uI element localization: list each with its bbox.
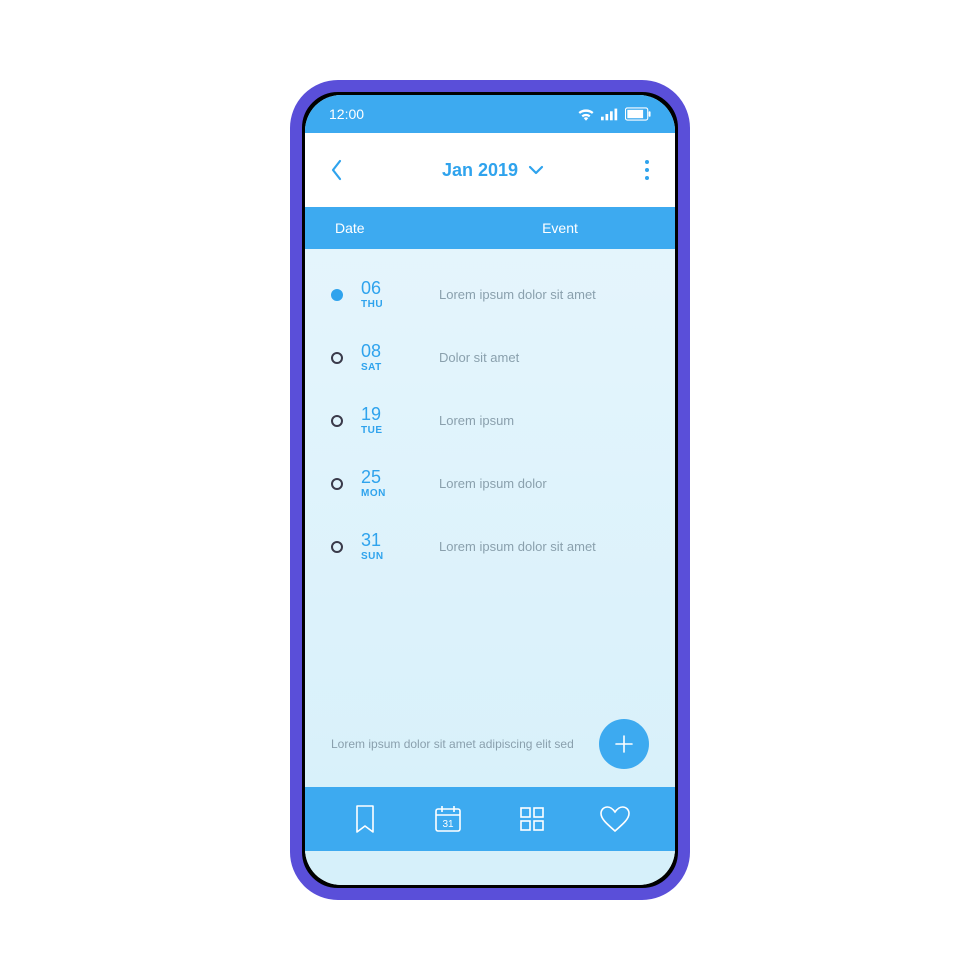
- event-date: 19 TUE: [361, 405, 421, 436]
- event-date: 06 THU: [361, 279, 421, 310]
- footer-area: Lorem ipsum dolor sit amet adipiscing el…: [305, 711, 675, 787]
- event-title: Lorem ipsum dolor sit amet: [439, 287, 651, 302]
- event-day-number: 25: [361, 468, 421, 486]
- event-marker-active: [331, 289, 343, 301]
- status-time: 12:00: [329, 106, 364, 122]
- event-row[interactable]: 31 SUN Lorem ipsum dolor sit amet: [305, 515, 675, 578]
- event-marker: [331, 541, 343, 553]
- more-menu-button[interactable]: [641, 156, 653, 184]
- status-icons: [577, 107, 651, 121]
- battery-icon: [625, 107, 651, 121]
- back-button[interactable]: [327, 156, 345, 184]
- screen: 12:00 Jan 2019: [305, 95, 675, 885]
- nav-favorites[interactable]: [597, 801, 633, 837]
- event-date: 08 SAT: [361, 342, 421, 373]
- status-bar: 12:00: [305, 95, 675, 133]
- phone-frame: 12:00 Jan 2019: [290, 80, 690, 900]
- event-day-name: SUN: [361, 551, 421, 562]
- add-event-button[interactable]: [599, 719, 649, 769]
- nav-bookmark[interactable]: [347, 801, 383, 837]
- app-header: Jan 2019: [305, 133, 675, 207]
- heart-icon: [599, 805, 631, 833]
- event-day-number: 06: [361, 279, 421, 297]
- plus-icon: [613, 733, 635, 755]
- column-event-label: Event: [475, 220, 645, 236]
- event-marker: [331, 478, 343, 490]
- event-row[interactable]: 06 THU Lorem ipsum dolor sit amet: [305, 263, 675, 326]
- event-day-number: 08: [361, 342, 421, 360]
- event-list: 06 THU Lorem ipsum dolor sit amet 08 SAT…: [305, 249, 675, 711]
- event-day-name: SAT: [361, 362, 421, 373]
- event-row[interactable]: 08 SAT Dolor sit amet: [305, 326, 675, 389]
- chevron-down-icon: [528, 165, 544, 175]
- svg-text:31: 31: [443, 819, 455, 830]
- event-marker: [331, 352, 343, 364]
- signal-icon: [601, 107, 619, 121]
- event-title: Lorem ipsum: [439, 413, 651, 428]
- event-row[interactable]: 25 MON Lorem ipsum dolor: [305, 452, 675, 515]
- bottom-nav: 31: [305, 787, 675, 851]
- grid-icon: [518, 805, 546, 833]
- event-day-name: TUE: [361, 425, 421, 436]
- event-title: Lorem ipsum dolor sit amet: [439, 539, 651, 554]
- column-header: Date Event: [305, 207, 675, 249]
- event-day-name: THU: [361, 299, 421, 310]
- nav-grid[interactable]: [514, 801, 550, 837]
- nav-calendar[interactable]: 31: [430, 801, 466, 837]
- event-day-number: 31: [361, 531, 421, 549]
- event-date: 31 SUN: [361, 531, 421, 562]
- event-day-number: 19: [361, 405, 421, 423]
- event-date: 25 MON: [361, 468, 421, 499]
- column-date-label: Date: [335, 220, 445, 236]
- month-title: Jan 2019: [442, 160, 518, 181]
- bookmark-icon: [353, 804, 377, 834]
- home-indicator-area: [305, 851, 675, 885]
- event-day-name: MON: [361, 488, 421, 499]
- month-selector[interactable]: Jan 2019: [442, 160, 544, 181]
- footer-note-text: Lorem ipsum dolor sit amet adipiscing el…: [331, 735, 585, 753]
- event-title: Lorem ipsum dolor: [439, 476, 651, 491]
- event-title: Dolor sit amet: [439, 350, 651, 365]
- event-row[interactable]: 19 TUE Lorem ipsum: [305, 389, 675, 452]
- wifi-icon: [577, 107, 595, 121]
- event-marker: [331, 415, 343, 427]
- calendar-icon: 31: [433, 804, 463, 834]
